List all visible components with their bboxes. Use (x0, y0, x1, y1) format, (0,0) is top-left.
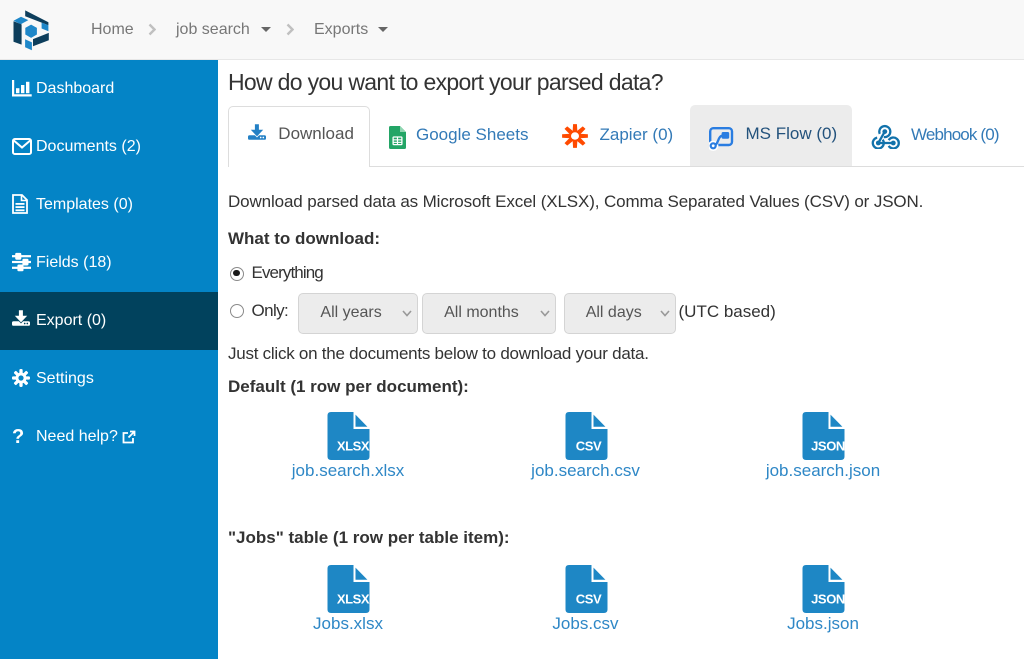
svg-text:JSON: JSON (811, 592, 845, 607)
svg-text:CSV: CSV (575, 592, 601, 607)
svg-text:JSON: JSON (811, 438, 845, 453)
svg-text:XLSX: XLSX (337, 438, 370, 453)
svg-text:XLSX: XLSX (337, 592, 370, 607)
svg-text:CSV: CSV (575, 438, 601, 453)
